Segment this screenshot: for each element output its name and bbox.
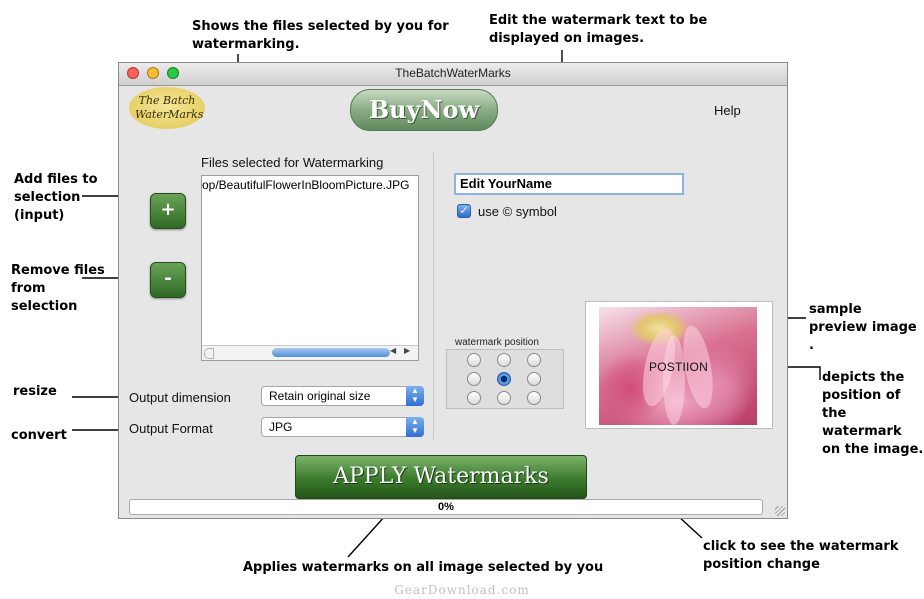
help-link[interactable]: Help <box>714 103 741 118</box>
position-top-left-radio[interactable] <box>467 353 481 367</box>
vertical-divider <box>433 153 434 439</box>
watermark-text-input[interactable]: Edit YourName <box>454 173 684 195</box>
preview-watermark-text: POSTIION <box>649 360 708 374</box>
files-heading: Files selected for Watermarking <box>201 155 384 170</box>
file-list[interactable]: op/BeautifulFlowerInBloomPicture.JPG ◀ ▶ <box>201 175 419 361</box>
position-middle-center-radio[interactable] <box>497 372 511 386</box>
output-dimension-select[interactable]: Retain original size ▲ ▼ <box>261 386 424 406</box>
remove-files-button[interactable]: - <box>150 262 186 298</box>
position-middle-right-radio[interactable] <box>527 372 541 386</box>
scroll-right-arrow-icon[interactable]: ▶ <box>404 346 410 355</box>
position-bottom-center-radio[interactable] <box>497 391 511 405</box>
resize-grip-icon[interactable] <box>775 506 785 516</box>
position-middle-left-radio[interactable] <box>467 372 481 386</box>
position-bottom-right-radio[interactable] <box>527 391 541 405</box>
use-symbol-label: use © symbol <box>478 204 557 219</box>
scroll-left-arrow-icon[interactable]: ◀ <box>390 346 396 355</box>
position-group-label: watermark position <box>455 337 539 348</box>
scroll-left-cap <box>204 348 214 359</box>
use-symbol-checkbox[interactable]: ✓ <box>457 204 471 218</box>
window-title: TheBatchWaterMarks <box>395 66 511 80</box>
file-list-hscrollbar[interactable]: ◀ ▶ <box>202 345 418 360</box>
app-logo: The Batch WaterMarks <box>129 87 205 129</box>
progress-text: 0% <box>438 501 454 513</box>
site-watermark: GearDownload.com <box>394 583 530 597</box>
apply-watermarks-button[interactable]: APPLY Watermarks <box>295 455 587 499</box>
logo-text: The Batch WaterMarks <box>135 94 204 121</box>
output-dimension-value: Retain original size <box>269 389 371 403</box>
file-list-item[interactable]: op/BeautifulFlowerInBloomPicture.JPG <box>202 178 409 192</box>
title-bar: TheBatchWaterMarks <box>119 63 787 86</box>
output-format-value: JPG <box>269 420 293 434</box>
position-radio-group <box>446 349 564 409</box>
buy-now-button[interactable]: BuyNow <box>350 89 498 131</box>
add-files-button[interactable]: + <box>150 193 186 229</box>
position-bottom-left-radio[interactable] <box>467 391 481 405</box>
progress-bar: 0% <box>129 499 763 515</box>
output-format-select[interactable]: JPG ▲ ▼ <box>261 417 424 437</box>
preview-image: POSTIION <box>599 307 757 425</box>
position-top-right-radio[interactable] <box>527 353 541 367</box>
chevron-updown-icon: ▲ ▼ <box>406 417 424 437</box>
flower-petal <box>663 335 685 425</box>
position-top-center-radio[interactable] <box>497 353 511 367</box>
output-dimension-label: Output dimension <box>129 390 231 405</box>
output-format-label: Output Format <box>129 421 213 436</box>
app-window: TheBatchWaterMarks The Batch WaterMarks … <box>118 62 788 519</box>
chevron-updown-icon: ▲ ▼ <box>406 386 424 406</box>
preview-frame: POSTIION <box>585 301 773 429</box>
scroll-thumb[interactable] <box>272 348 390 357</box>
